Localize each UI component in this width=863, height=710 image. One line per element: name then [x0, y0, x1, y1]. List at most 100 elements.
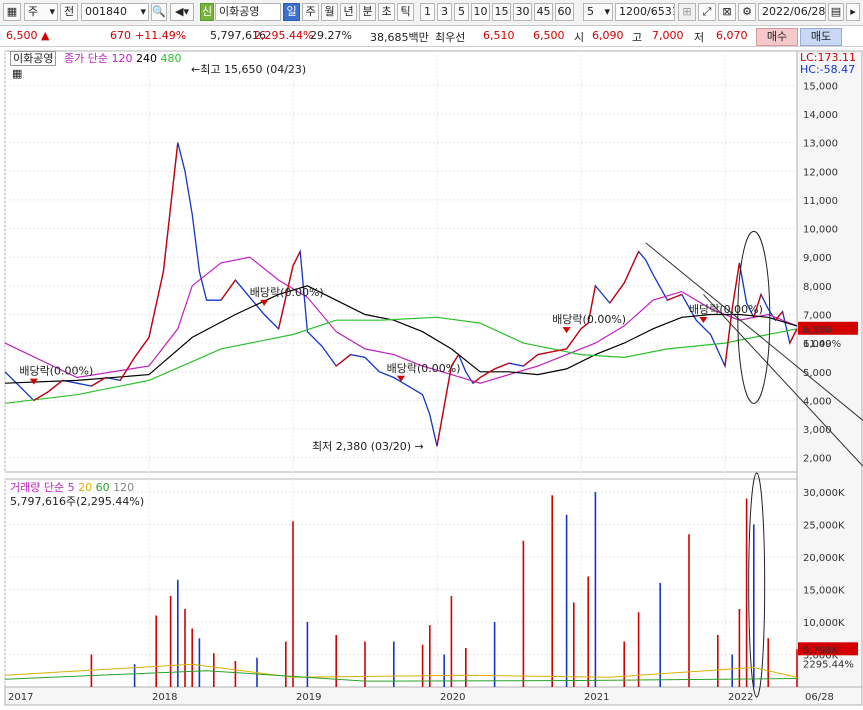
- volume-tick-label: 20,000K: [803, 553, 845, 564]
- date-end-label: 06/28: [805, 692, 834, 703]
- best-bid-value: 6,500: [533, 29, 565, 42]
- min-label: 최저 2,380 (03/20) →: [312, 440, 424, 453]
- chevron-down-icon: ▾: [604, 5, 610, 18]
- range-total: /6531: [647, 5, 674, 18]
- period-tab-5[interactable]: 초: [378, 3, 395, 21]
- price-tick-label: 14,000: [803, 110, 838, 121]
- change-pct: +11.49%: [135, 29, 187, 42]
- price-tick-label: 9,000: [803, 253, 832, 264]
- sell-button[interactable]: 매도: [800, 28, 842, 46]
- table-icon[interactable]: ⊞: [678, 3, 696, 21]
- date-tick-label: 2019: [296, 692, 321, 703]
- price-tick-label: 5,000: [803, 368, 832, 379]
- high-value: 7,000: [652, 29, 684, 42]
- new-badge: 신: [200, 3, 214, 21]
- period-tab-4[interactable]: 분: [359, 3, 376, 21]
- last-price-label: 6,500: [803, 325, 832, 336]
- price-tick-label: 3,000: [803, 425, 832, 436]
- low-value: 6,070: [716, 29, 748, 42]
- chevron-down-icon: ▾: [140, 5, 146, 18]
- turnover-value: 29.27%: [310, 29, 352, 42]
- volume-pct: 2,295.44%: [254, 29, 314, 42]
- count-select-value: 5: [587, 5, 594, 18]
- high-label: 고: [632, 31, 643, 44]
- date-tick-label: 2018: [152, 692, 177, 703]
- interval-button-2[interactable]: 5: [454, 3, 469, 21]
- hc-value: HC:-58.47: [800, 63, 856, 76]
- stock-title: 이화공영: [10, 51, 57, 66]
- period-tab-6[interactable]: 틱: [397, 3, 414, 21]
- best-ask-value: 6,510: [483, 29, 515, 42]
- trendline-icon[interactable]: ⤢: [698, 3, 716, 21]
- stock-name-field[interactable]: 이화공영: [215, 3, 281, 21]
- date-tick-label: 2017: [8, 692, 33, 703]
- volume-last-value: 5,797,616주(2,295.44%): [10, 495, 145, 508]
- date-tick-label: 2022: [728, 692, 753, 703]
- stock-chart[interactable]: 2,0003,0004,0005,0006,0007,0008,0009,000…: [0, 47, 863, 707]
- date-tick-label: 2020: [440, 692, 465, 703]
- quote-bar: 6,500 ▲ 670 +11.49% 5,797,616 2,295.44% …: [0, 26, 863, 47]
- best-ask-label: 최우선: [435, 31, 466, 44]
- period-tab-2[interactable]: 월: [321, 3, 338, 21]
- calendar-icon[interactable]: ▤: [828, 3, 844, 21]
- legend-title: 종가 단순: [63, 52, 108, 65]
- price-tick-label: 10,000: [803, 225, 838, 236]
- dividend-label: 배당락(0.00%): [689, 303, 763, 316]
- date-input[interactable]: 2022/06/28: [758, 3, 826, 21]
- legend-ma120: 120: [111, 52, 133, 65]
- current-price: 6,500 ▲: [6, 29, 49, 42]
- current-price-value: 6,500: [6, 29, 38, 42]
- interval-button-6[interactable]: 45: [534, 3, 553, 21]
- search-icon[interactable]: 🔍: [151, 3, 167, 21]
- period-tab-3[interactable]: 년: [340, 3, 357, 21]
- crosshair-icon[interactable]: ⊠: [718, 3, 736, 21]
- last-price-pct: 11.49%: [803, 339, 841, 350]
- expand-icon[interactable]: ▸: [846, 3, 860, 21]
- dividend-label: 배당락(0.00%): [387, 362, 461, 375]
- chevron-down-icon: ▾: [49, 5, 55, 18]
- interval-button-5[interactable]: 30: [513, 3, 532, 21]
- code-input[interactable]: 001840 ▾: [81, 3, 149, 21]
- market-type-label: 주: [28, 5, 39, 18]
- dividend-label: 배당락(0.00%): [250, 286, 324, 299]
- range-value: 1200: [619, 5, 647, 18]
- price-tick-label: 13,000: [803, 139, 838, 150]
- speaker-icon[interactable]: ◀▾: [170, 3, 194, 21]
- last-volume-label: 5,798K: [803, 645, 839, 656]
- dividend-label: 배당락(0.00%): [552, 313, 626, 326]
- grid-icon[interactable]: ▦: [3, 3, 21, 21]
- buy-button[interactable]: 매수: [756, 28, 798, 46]
- count-select[interactable]: 5 ▾: [583, 3, 613, 21]
- interval-button-0[interactable]: 1: [420, 3, 435, 21]
- open-label: 시: [574, 31, 585, 44]
- code-value: 001840: [85, 5, 127, 18]
- amount-value: 38,685백만: [370, 31, 429, 44]
- market-type-select[interactable]: 주 ▾: [24, 3, 58, 21]
- period-tab-1[interactable]: 주: [302, 3, 319, 21]
- volume-panel: [4, 478, 798, 688]
- period-tab-0[interactable]: 일: [283, 3, 300, 21]
- volume-tick-label: 15,000K: [803, 586, 845, 597]
- low-label: 저: [694, 31, 705, 44]
- price-tick-label: 7,000: [803, 310, 832, 321]
- price-tick-label: 12,000: [803, 167, 838, 178]
- chart-settings-icon[interactable]: ▦: [12, 67, 22, 80]
- volume-tick-label: 25,000K: [803, 521, 845, 532]
- dividend-label: 배당락(0.00%): [19, 365, 93, 378]
- legend-ma240: 240: [135, 52, 157, 65]
- interval-button-7[interactable]: 60: [555, 3, 574, 21]
- gear-icon[interactable]: ⚙: [738, 3, 756, 21]
- interval-button-4[interactable]: 15: [492, 3, 511, 21]
- legend-ma480: 480: [160, 52, 182, 65]
- price-tick-label: 15,000: [803, 81, 838, 92]
- period-button[interactable]: 전: [60, 3, 78, 21]
- interval-button-3[interactable]: 10: [471, 3, 490, 21]
- last-volume-pct: 2295.44%: [803, 659, 854, 670]
- interval-button-1[interactable]: 3: [437, 3, 452, 21]
- date-tick-label: 2021: [584, 692, 609, 703]
- price-tick-label: 8,000: [803, 282, 832, 293]
- volume-tick-label: 10,000K: [803, 618, 845, 629]
- range-input[interactable]: 1200/6531: [615, 3, 675, 21]
- chart-area[interactable]: 2,000 3,000 4,000 5,000 6,000 7,000 8,000 9,000…: [0, 47, 863, 707]
- price-tick-label: 2,000: [803, 454, 832, 465]
